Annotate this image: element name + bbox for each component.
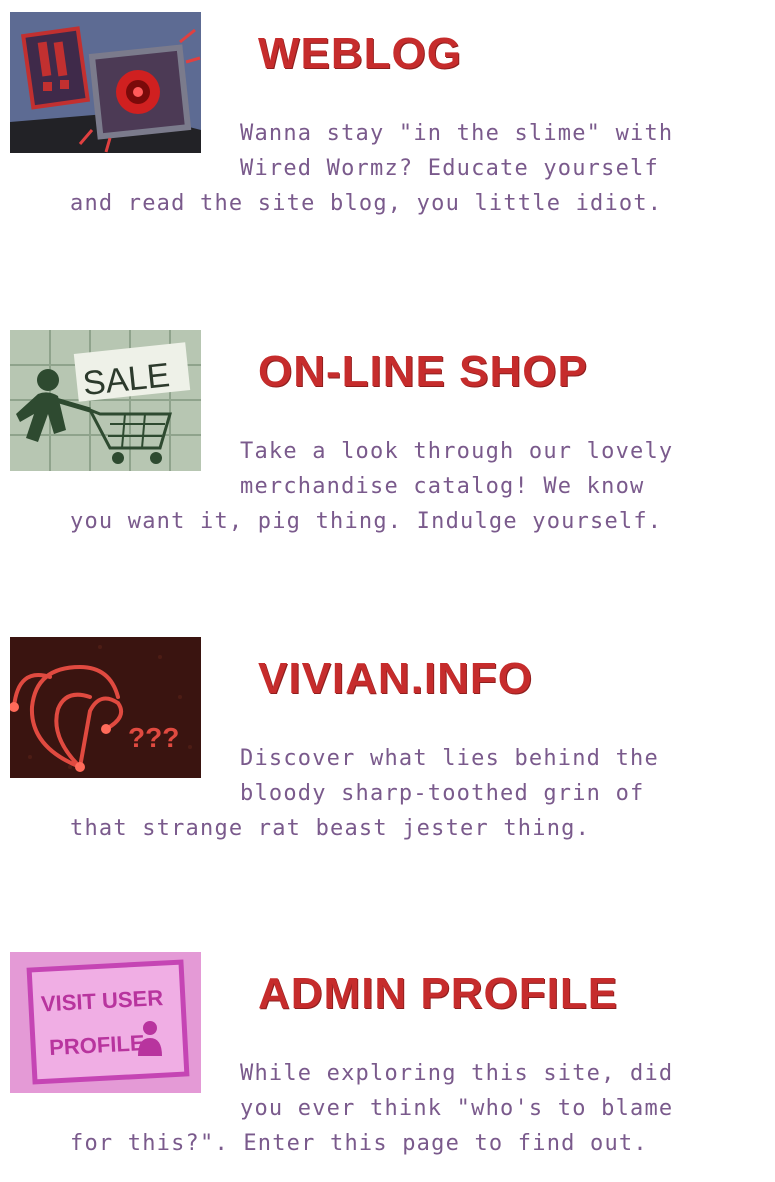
admin-title[interactable]: ADMIN PROFILE xyxy=(258,970,618,1018)
weblog-desc-line-2: Wired Wormz? Educate yourself xyxy=(240,156,659,181)
shop-title[interactable]: ON-LINE SHOP xyxy=(258,348,588,396)
jester-hat-icon: ??? xyxy=(10,637,201,778)
weblog-desc-line-3: and read the site blog, you little idiot… xyxy=(70,191,663,216)
admin-desc-line-3: for this?". Enter this page to find out. xyxy=(70,1131,648,1156)
admin-desc-line-1: While exploring this site, did xyxy=(240,1061,674,1086)
section-admin-profile: VISIT USER PROFILE ADMIN PROFILE While e… xyxy=(0,952,775,1182)
section-vivian-info: ??? VIVIAN.INFO Discover what lies behin… xyxy=(0,637,775,867)
user-profile-icon: VISIT USER PROFILE xyxy=(10,952,201,1093)
weblog-title[interactable]: WEBLOG xyxy=(258,30,462,78)
profile-text: PROFILE xyxy=(49,1030,146,1060)
shop-desc-line-1: Take a look through our lovely xyxy=(240,439,674,464)
vivian-thumbnail-link[interactable]: ??? xyxy=(10,637,201,778)
admin-thumbnail-link[interactable]: VISIT USER PROFILE xyxy=(10,952,201,1093)
section-online-shop: SALE ON-LINE SHOP Take a look through ou… xyxy=(0,330,775,560)
question-marks-text: ??? xyxy=(128,722,179,753)
section-weblog: WEBLOG Wanna stay "in the slime" with Wi… xyxy=(0,12,775,242)
shop-desc-line-2: merchandise catalog! We know xyxy=(240,474,645,499)
vivian-desc-line-3: that strange rat beast jester thing. xyxy=(70,816,591,841)
alarm-monitor-icon xyxy=(10,12,201,153)
shop-desc-line-3: you want it, pig thing. Indulge yourself… xyxy=(70,509,663,534)
vivian-desc-line-2: bloody sharp-toothed grin of xyxy=(240,781,645,806)
vivian-title[interactable]: VIVIAN.INFO xyxy=(258,655,533,703)
shop-thumbnail-link[interactable]: SALE xyxy=(10,330,201,471)
shopping-cart-icon: SALE xyxy=(10,330,201,471)
admin-desc-line-2: you ever think "who's to blame xyxy=(240,1096,674,1121)
vivian-desc-line-1: Discover what lies behind the xyxy=(240,746,659,771)
weblog-thumbnail-link[interactable] xyxy=(10,12,201,153)
weblog-desc-line-1: Wanna stay "in the slime" with xyxy=(240,121,674,146)
